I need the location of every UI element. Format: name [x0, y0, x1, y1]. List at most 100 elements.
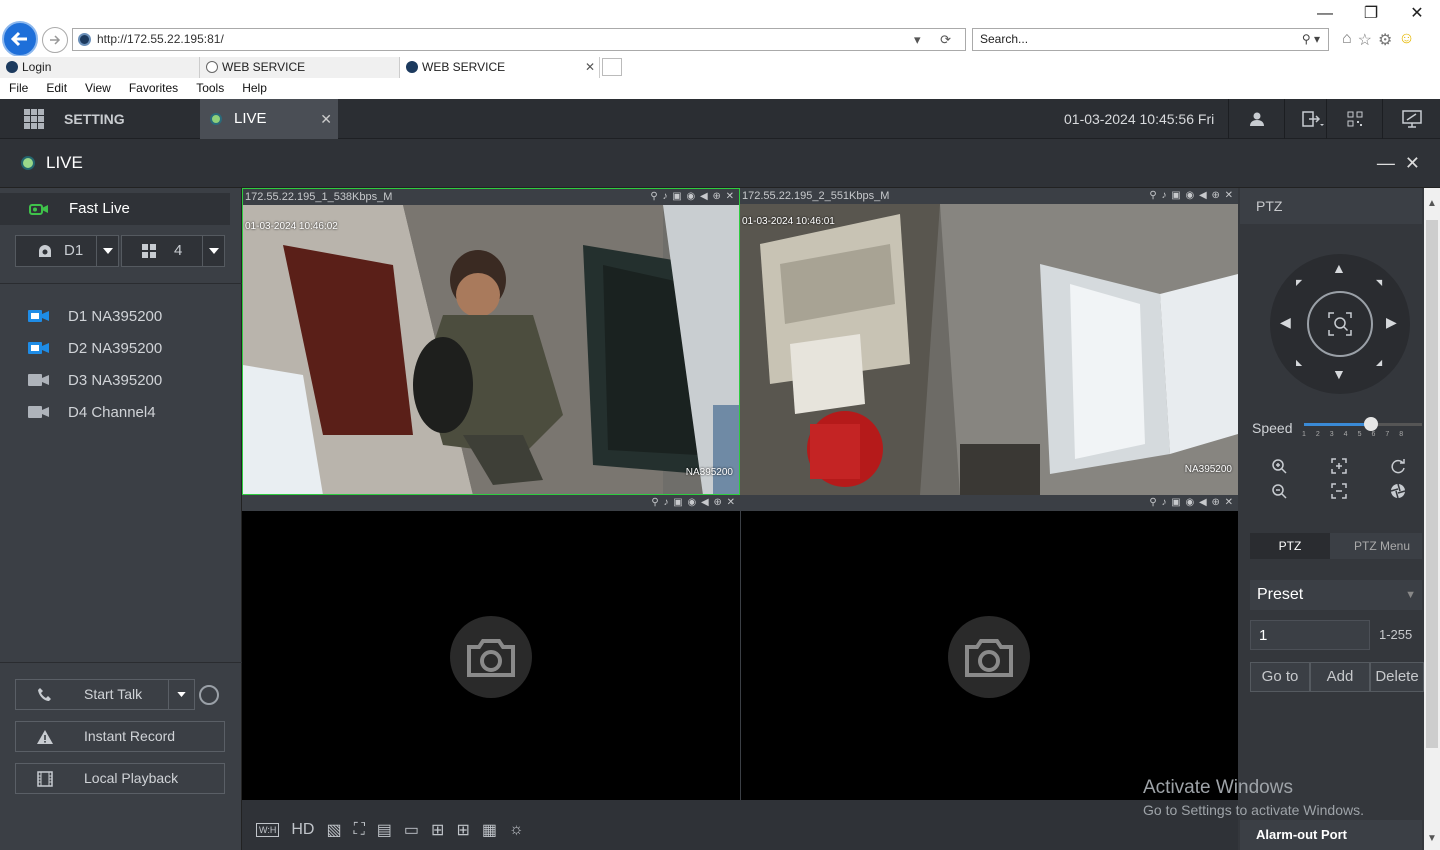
video-pane-3[interactable]: ⚲ ♪ ▣ ◉ ◀ ⊕ ✕	[242, 495, 740, 800]
scroll-down-icon[interactable]: ▼	[1427, 833, 1437, 844]
scrollbar-thumb[interactable]	[1426, 220, 1438, 748]
menu-file[interactable]: File	[0, 78, 37, 99]
pan-left-icon[interactable]: ◀	[1280, 314, 1291, 331]
stream-quality-icon[interactable]: ▧	[326, 820, 341, 840]
layout-top-icon[interactable]: ▤	[377, 820, 392, 840]
add-preset-button[interactable]: Add	[1310, 662, 1370, 692]
search-input[interactable]: Search... ⚲ ▾	[972, 28, 1329, 51]
qr-code-icon	[1347, 111, 1362, 127]
talk-status-indicator[interactable]	[199, 685, 219, 705]
menu-tools[interactable]: Tools	[187, 78, 233, 99]
speed-slider-handle[interactable]	[1364, 417, 1379, 431]
start-talk-button[interactable]: Start Talk	[15, 679, 195, 710]
menu-help[interactable]: Help	[233, 78, 276, 99]
camera-scene-1	[243, 205, 739, 494]
scroll-up-icon[interactable]: ▲	[1427, 198, 1437, 209]
restore-icon[interactable]: ❐	[1348, 0, 1394, 28]
pane-header: ⚲ ♪ ▣ ◉ ◀ ⊕ ✕	[741, 495, 1238, 511]
scrollbar[interactable]: ▲ ▼	[1424, 188, 1440, 850]
layout-single-icon[interactable]: ▭	[404, 820, 419, 840]
close-tab-icon[interactable]: ✕	[585, 57, 595, 77]
new-tab-button[interactable]	[602, 58, 622, 76]
auto-focus-button[interactable]	[1307, 291, 1373, 357]
tab-live[interactable]: LIVE ✕	[200, 99, 338, 139]
alarm-out-port-header[interactable]: Alarm-out Port	[1240, 820, 1422, 850]
pane-controls-icon[interactable]: ⚲ ♪ ▣ ◉ ◀ ⊕ ✕	[651, 495, 736, 511]
qr-code-button[interactable]	[1326, 99, 1382, 139]
goto-preset-button[interactable]: Go to	[1250, 662, 1310, 692]
layout-eight-icon[interactable]: ▦	[482, 820, 497, 840]
instant-record-button[interactable]: Instant Record	[15, 721, 225, 752]
focus-far-icon[interactable]	[1328, 480, 1350, 502]
preset-select[interactable]: Preset ▼	[1250, 580, 1422, 610]
stream-select[interactable]: D1	[15, 235, 119, 267]
menu-view[interactable]: View	[76, 78, 120, 99]
pan-down-right-icon[interactable]: ◢	[1376, 358, 1382, 367]
layout-six-icon[interactable]: ⊞	[456, 820, 469, 840]
split-screen-select[interactable]: 4	[121, 235, 225, 267]
back-button[interactable]	[2, 21, 38, 57]
ptz-direction-dial[interactable]: ▲ ▼ ◀ ▶ ◤ ◥ ◣ ◢	[1270, 254, 1410, 394]
iris-rotate-icon[interactable]	[1387, 455, 1409, 477]
refresh-icon[interactable]: ▾ ⟳	[914, 29, 959, 50]
pane-controls-icon[interactable]: ⚲ ♪ ▣ ◉ ◀ ⊕ ✕	[650, 189, 735, 205]
camera-active-icon	[28, 342, 49, 354]
page-window-controls[interactable]: —✕	[1377, 140, 1430, 186]
home-icon[interactable]: ⌂	[1342, 30, 1352, 50]
pan-down-left-icon[interactable]: ◣	[1296, 358, 1302, 367]
aspect-ratio-button[interactable]: W:H	[256, 823, 280, 837]
smiley-icon[interactable]: ☺	[1398, 30, 1414, 50]
focus-near-icon[interactable]	[1328, 455, 1350, 477]
preset-number-input[interactable]: 1	[1250, 620, 1370, 650]
browser-tab-login[interactable]: Login	[0, 57, 200, 78]
fast-live-button[interactable]: Fast Live	[0, 193, 230, 225]
fit-screen-icon[interactable]: ⛶	[354, 821, 365, 839]
browser-tab-web-service-1[interactable]: WEB SERVICE	[200, 57, 400, 78]
hd-button[interactable]: HD	[291, 821, 314, 839]
device-item-d1[interactable]: D1 NA395200	[28, 304, 162, 328]
menu-favorites[interactable]: Favorites	[120, 78, 187, 99]
pane-controls-icon[interactable]: ⚲ ♪ ▣ ◉ ◀ ⊕ ✕	[1149, 495, 1234, 511]
video-pane-4[interactable]: ⚲ ♪ ▣ ◉ ◀ ⊕ ✕	[740, 495, 1238, 800]
setting-tab[interactable]: SETTING	[64, 99, 125, 139]
main-menu-grid-icon[interactable]	[24, 109, 44, 129]
pan-down-icon[interactable]: ▼	[1332, 366, 1346, 382]
video-pane-2[interactable]: 172.55.22.195_2_551Kbps_M ⚲ ♪ ▣ ◉ ◀ ⊕ ✕ …	[740, 188, 1238, 495]
pan-right-icon[interactable]: ▶	[1386, 314, 1397, 331]
close-icon[interactable]: ✕	[1394, 0, 1440, 28]
app-top-bar: SETTING LIVE ✕ 01-03-2024 10:45:56 Fri	[0, 99, 1440, 139]
monitor-icon	[1401, 110, 1422, 128]
device-item-d2[interactable]: D2 NA395200	[28, 336, 162, 360]
back-arrow-icon	[10, 31, 27, 47]
pan-up-right-icon[interactable]: ◥	[1376, 278, 1382, 287]
user-button[interactable]	[1228, 99, 1284, 139]
tab-ptz-menu[interactable]: PTZ Menu	[1342, 533, 1422, 559]
iris-aperture-icon[interactable]	[1387, 480, 1409, 502]
browser-tab-web-service-2[interactable]: WEB SERVICE ✕	[400, 57, 600, 78]
forward-button[interactable]	[42, 27, 68, 53]
pan-up-left-icon[interactable]: ◤	[1296, 278, 1302, 287]
zoom-in-icon[interactable]	[1268, 455, 1290, 477]
chevron-down-icon[interactable]	[168, 680, 194, 709]
delete-preset-button[interactable]: Delete	[1370, 662, 1424, 692]
search-icon[interactable]: ⚲ ▾	[1302, 29, 1320, 50]
local-playback-button[interactable]: Local Playback	[15, 763, 225, 794]
pane-controls-icon[interactable]: ⚲ ♪ ▣ ◉ ◀ ⊕ ✕	[1149, 188, 1234, 204]
tab-ptz[interactable]: PTZ	[1250, 533, 1330, 559]
video-pane-1[interactable]: 172.55.22.195_1_538Kbps_M ⚲ ♪ ▣ ◉ ◀ ⊕ ✕	[242, 188, 740, 495]
minimize-icon[interactable]: —	[1302, 0, 1348, 28]
fullscreen-monitor-button[interactable]	[1382, 99, 1440, 139]
gear-icon[interactable]: ⚙	[1378, 30, 1392, 50]
pan-up-icon[interactable]: ▲	[1332, 260, 1346, 276]
layout-quad-icon[interactable]: ⊞	[431, 820, 444, 840]
close-tab-icon[interactable]: ✕	[320, 99, 332, 139]
address-bar[interactable]: http://172.55.22.195:81/ ▾ ⟳	[72, 28, 966, 51]
favorites-star-icon[interactable]: ☆	[1358, 30, 1372, 50]
device-item-d3[interactable]: D3 NA395200	[28, 368, 162, 392]
speed-slider[interactable]	[1304, 417, 1422, 431]
menu-edit[interactable]: Edit	[37, 78, 76, 99]
device-item-d4[interactable]: D4 Channel4	[28, 400, 156, 424]
brightness-icon[interactable]: ☼	[509, 821, 524, 839]
zoom-out-icon[interactable]	[1268, 480, 1290, 502]
fast-live-label: Fast Live	[69, 200, 130, 217]
